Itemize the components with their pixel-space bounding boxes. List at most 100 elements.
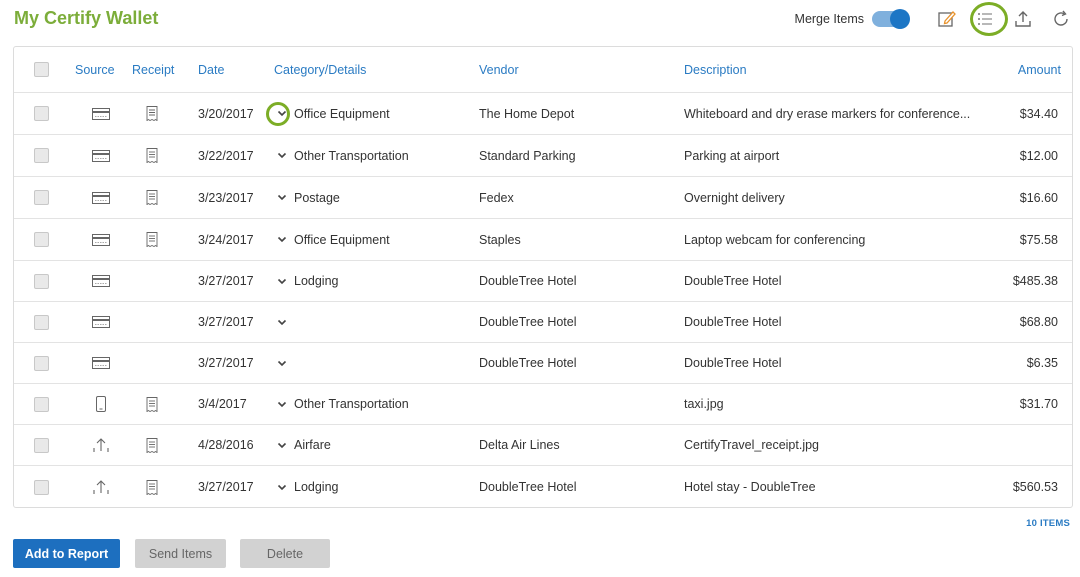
row-category-cell: Lodging (276, 466, 471, 507)
row-checkbox[interactable] (34, 314, 49, 330)
row-description: Laptop webcam for conferencing (684, 232, 866, 247)
receipt-icon[interactable] (146, 190, 158, 205)
row-vendor: Fedex (479, 190, 514, 205)
row-category: Lodging (294, 480, 339, 494)
header-date[interactable]: Date (198, 47, 268, 92)
items-count: 10 ITEMS (1026, 518, 1070, 529)
row-vendor: Standard Parking (479, 148, 576, 163)
merge-items-toggle[interactable] (872, 9, 910, 29)
list-view-icon[interactable] (966, 4, 1004, 34)
table-row[interactable]: 3/20/2017 Office Equipment The Home Depot W… (14, 93, 1072, 135)
refresh-icon[interactable] (1042, 4, 1080, 34)
table-row[interactable]: 3/4/2017 Other Transportation taxi.jpg $31.… (14, 384, 1072, 425)
table-row[interactable]: 3/24/2017 Office Equipment Staples Laptop w… (14, 219, 1072, 261)
row-checkbox[interactable] (34, 106, 49, 121)
row-select-cell (34, 343, 52, 383)
row-description: DoubleTree Hotel (684, 274, 782, 288)
row-select-cell (34, 177, 52, 218)
row-description: Overnight delivery (684, 190, 785, 205)
chevron-down-icon[interactable] (276, 317, 288, 327)
send-items-button[interactable]: Send Items (135, 539, 226, 568)
header-source[interactable]: Source (75, 47, 131, 92)
row-vendor: DoubleTree Hotel (479, 356, 577, 370)
table-row[interactable]: 3/27/2017 Lodging DoubleTree Hotel Hotel st… (14, 466, 1072, 507)
table-row[interactable]: 3/22/2017 Other Transportation Standard Pa… (14, 135, 1072, 177)
card-source-icon (86, 177, 116, 218)
receipt-icon[interactable] (146, 396, 158, 412)
header-vendor[interactable]: Vendor (479, 47, 669, 92)
row-description: Whiteboard and dry erase markers for con… (684, 106, 971, 121)
export-icon[interactable] (1004, 4, 1042, 34)
row-checkbox[interactable] (34, 148, 49, 163)
page-title: My Certify Wallet (14, 8, 159, 28)
chevron-down-icon[interactable] (276, 235, 288, 245)
row-date: 3/23/2017 (198, 190, 254, 205)
delete-button[interactable]: Delete (240, 539, 330, 568)
chevron-down-icon[interactable] (276, 440, 288, 450)
receipt-icon[interactable] (146, 148, 158, 163)
row-vendor: DoubleTree Hotel (479, 315, 577, 329)
row-checkbox[interactable] (34, 273, 49, 289)
row-date: 3/27/2017 (198, 315, 254, 329)
edit-icon[interactable] (928, 4, 966, 34)
row-date: 3/24/2017 (198, 232, 254, 247)
row-description: Hotel stay - DoubleTree (684, 480, 816, 494)
row-description: DoubleTree Hotel (684, 315, 782, 329)
row-checkbox[interactable] (34, 437, 49, 453)
row-amount: $485.38 (1012, 274, 1058, 288)
table-row[interactable]: 3/27/2017 DoubleTree Hotel DoubleTree Hote… (14, 302, 1072, 343)
row-checkbox[interactable] (34, 232, 49, 247)
header-receipt[interactable]: Receipt (132, 47, 192, 92)
receipt-cell (140, 93, 164, 134)
row-category: Postage (294, 190, 340, 205)
table-row[interactable]: 3/23/2017 Postage Fedex Overnight delivery $… (14, 177, 1072, 219)
row-checkbox[interactable] (34, 190, 49, 205)
row-checkbox[interactable] (34, 355, 49, 371)
row-category: Airfare (294, 438, 331, 452)
chevron-down-icon[interactable] (276, 109, 288, 119)
row-description: CertifyTravel_receipt.jpg (684, 438, 820, 452)
wallet-table: Source Receipt Date Category/Details Ven… (13, 46, 1073, 508)
receipt-cell (140, 343, 164, 383)
receipt-cell (140, 384, 164, 424)
table-row[interactable]: 3/27/2017 Lodging DoubleTree Hotel DoubleTr… (14, 261, 1072, 302)
toggle-knob (890, 9, 910, 29)
mobile-source-icon (86, 384, 116, 424)
row-checkbox[interactable] (34, 479, 49, 495)
card-source-icon (86, 135, 116, 176)
receipt-icon[interactable] (146, 106, 158, 121)
row-checkbox[interactable] (34, 396, 49, 412)
row-amount: $34.40 (1019, 106, 1058, 121)
receipt-cell (140, 302, 164, 342)
receipt-icon[interactable] (146, 479, 158, 495)
receipt-icon[interactable] (146, 437, 158, 453)
chevron-down-icon[interactable] (276, 482, 288, 492)
header-amount[interactable]: Amount (974, 47, 1061, 92)
table-row[interactable]: 4/28/2016 Airfare Delta Air Lines CertifyTr… (14, 425, 1072, 466)
select-all-cell (34, 47, 52, 92)
row-amount: $31.70 (1019, 397, 1058, 411)
header-description[interactable]: Description (684, 47, 954, 92)
add-to-report-button[interactable]: Add to Report (13, 539, 120, 568)
card-source-icon (86, 302, 116, 342)
row-date: 4/28/2016 (198, 438, 254, 452)
table-row[interactable]: 3/27/2017 DoubleTree Hotel DoubleTree Hote… (14, 343, 1072, 384)
receipt-cell (140, 219, 164, 260)
card-source-icon (86, 343, 116, 383)
chevron-down-icon[interactable] (276, 358, 288, 368)
chevron-down-icon[interactable] (276, 151, 288, 161)
upload-source-icon (86, 425, 116, 465)
row-select-cell (34, 466, 52, 507)
chevron-down-icon[interactable] (276, 399, 288, 409)
header-category[interactable]: Category/Details (274, 47, 464, 92)
row-category: Other Transportation (294, 397, 409, 411)
select-all-checkbox[interactable] (34, 62, 49, 77)
row-date: 3/22/2017 (198, 148, 254, 163)
chevron-down-icon[interactable] (276, 276, 288, 286)
chevron-down-icon[interactable] (276, 193, 288, 203)
merge-items-label: Merge Items (794, 12, 864, 26)
row-category-cell: Airfare (276, 425, 471, 465)
row-date: 3/27/2017 (198, 274, 254, 288)
receipt-icon[interactable] (146, 232, 158, 247)
toolbar: Merge Items (795, 4, 1080, 34)
